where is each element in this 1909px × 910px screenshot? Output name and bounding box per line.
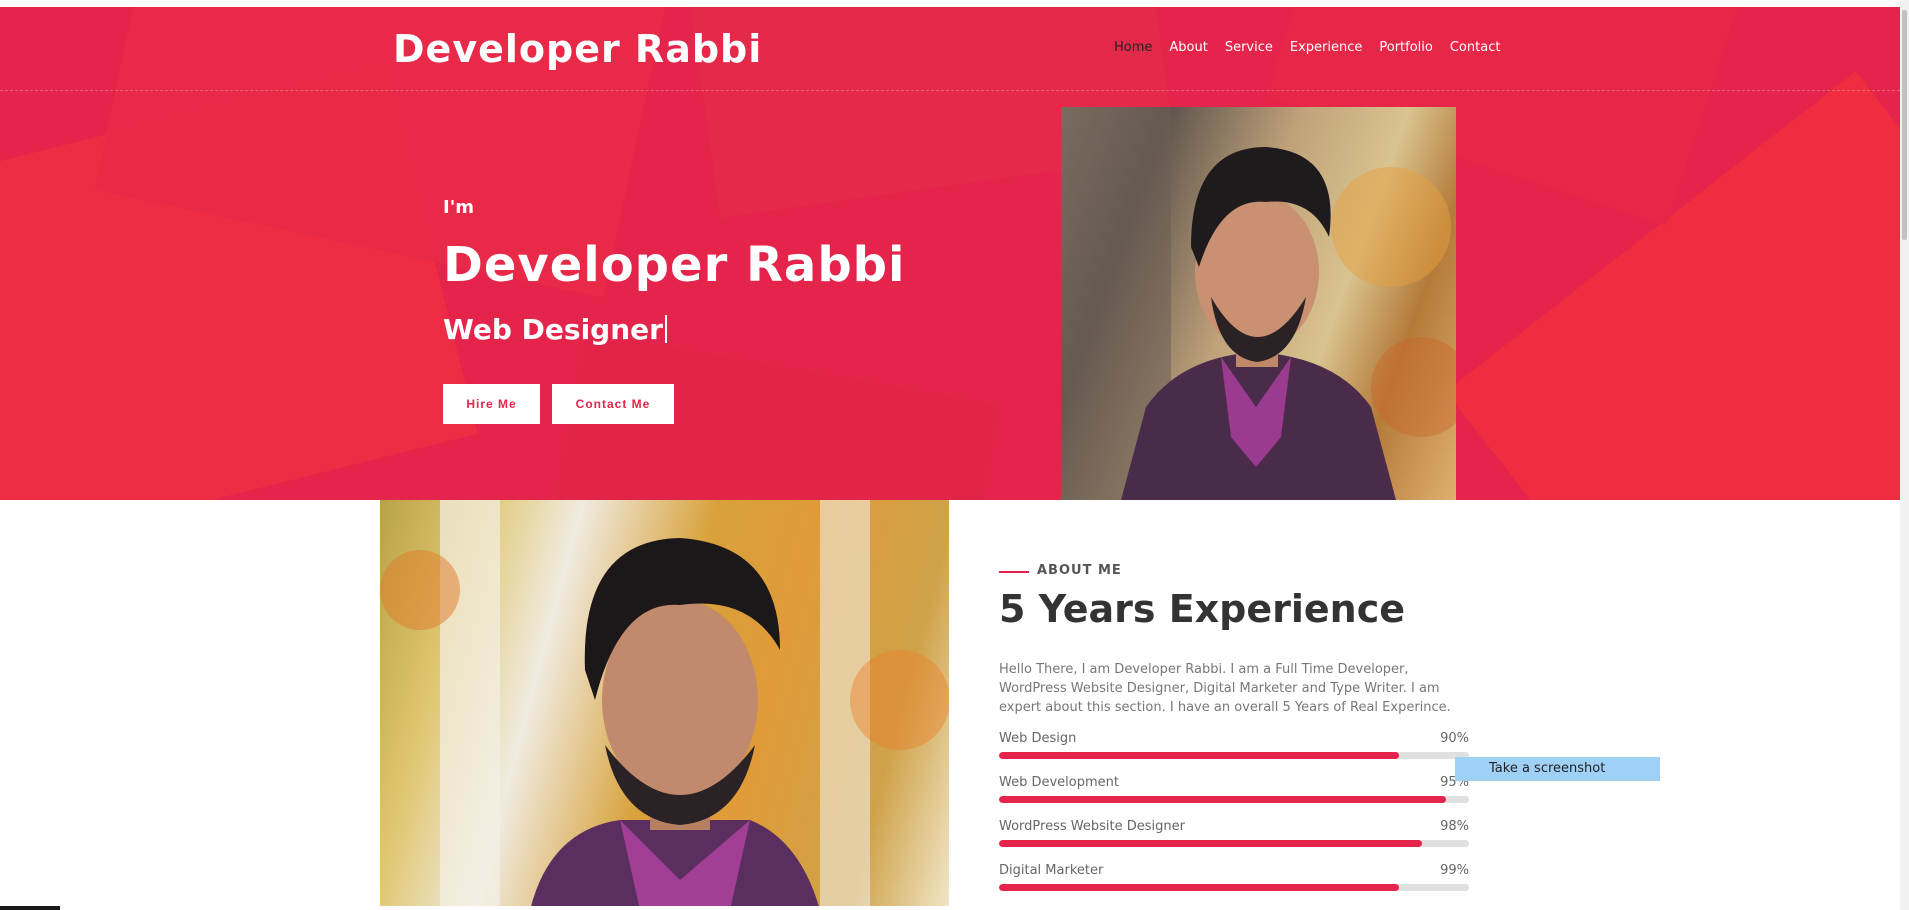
nav-home[interactable]: Home bbox=[1114, 40, 1152, 55]
about-portrait-image bbox=[380, 500, 949, 910]
hero-portrait-image bbox=[1061, 107, 1456, 500]
screenshot-tooltip[interactable]: Take a screenshot bbox=[1455, 757, 1660, 781]
nav-divider bbox=[0, 90, 1900, 91]
skill-bar-fill bbox=[999, 840, 1422, 847]
skill-name: WordPress Website Designer bbox=[999, 819, 1185, 834]
skill-bar-fill bbox=[999, 884, 1399, 891]
page: Developer Rabbi Home About Service Exper… bbox=[0, 0, 1909, 910]
hero-section: Developer Rabbi Home About Service Exper… bbox=[0, 7, 1900, 500]
skill-percent: 98% bbox=[1440, 819, 1469, 834]
portrait-illustration bbox=[1061, 107, 1456, 500]
about-section-label: ABOUT ME bbox=[1037, 563, 1122, 578]
about-description: Hello There, I am Developer Rabbi. I am … bbox=[999, 662, 1451, 715]
site-logo[interactable]: Developer Rabbi bbox=[393, 27, 762, 71]
skill-wordpress: WordPress Website Designer 98% bbox=[999, 819, 1469, 847]
skill-web-design: Web Design 90% bbox=[999, 731, 1469, 759]
nav-experience[interactable]: Experience bbox=[1290, 40, 1363, 55]
about-title: 5 Years Experience bbox=[999, 587, 1406, 631]
hero-name: Developer Rabbi bbox=[443, 237, 906, 293]
contact-me-button[interactable]: Contact Me bbox=[552, 384, 674, 424]
skill-track bbox=[999, 840, 1469, 847]
top-strip bbox=[0, 0, 1900, 7]
nav-service[interactable]: Service bbox=[1225, 40, 1273, 55]
hero-role: Web Designer bbox=[443, 313, 667, 346]
skill-name: Digital Marketer bbox=[999, 863, 1104, 878]
main-nav: Home About Service Experience Portfolio … bbox=[1114, 40, 1500, 55]
skill-name: Web Development bbox=[999, 775, 1119, 790]
nav-about[interactable]: About bbox=[1169, 40, 1207, 55]
skill-bar-fill bbox=[999, 752, 1399, 759]
skill-track bbox=[999, 752, 1469, 759]
portrait-illustration bbox=[380, 500, 949, 910]
skill-percent: 99% bbox=[1440, 863, 1469, 878]
bottom-edge-light bbox=[60, 906, 1900, 910]
hero-role-text: Web Designer bbox=[443, 313, 663, 346]
typing-caret bbox=[664, 315, 667, 343]
hero-intro: I'm bbox=[443, 197, 474, 218]
skill-percent: 90% bbox=[1440, 731, 1469, 746]
nav-portfolio[interactable]: Portfolio bbox=[1379, 40, 1432, 55]
about-label-dash bbox=[999, 571, 1029, 573]
skill-track bbox=[999, 884, 1469, 891]
skill-digital-marketer: Digital Marketer 99% bbox=[999, 863, 1469, 891]
skill-name: Web Design bbox=[999, 731, 1077, 746]
skill-track bbox=[999, 796, 1469, 803]
hire-me-button[interactable]: Hire Me bbox=[443, 384, 540, 424]
skill-bar-fill bbox=[999, 796, 1446, 803]
nav-contact[interactable]: Contact bbox=[1450, 40, 1501, 55]
skill-web-development: Web Development 95% bbox=[999, 775, 1469, 803]
scrollbar-thumb[interactable] bbox=[1902, 10, 1907, 240]
